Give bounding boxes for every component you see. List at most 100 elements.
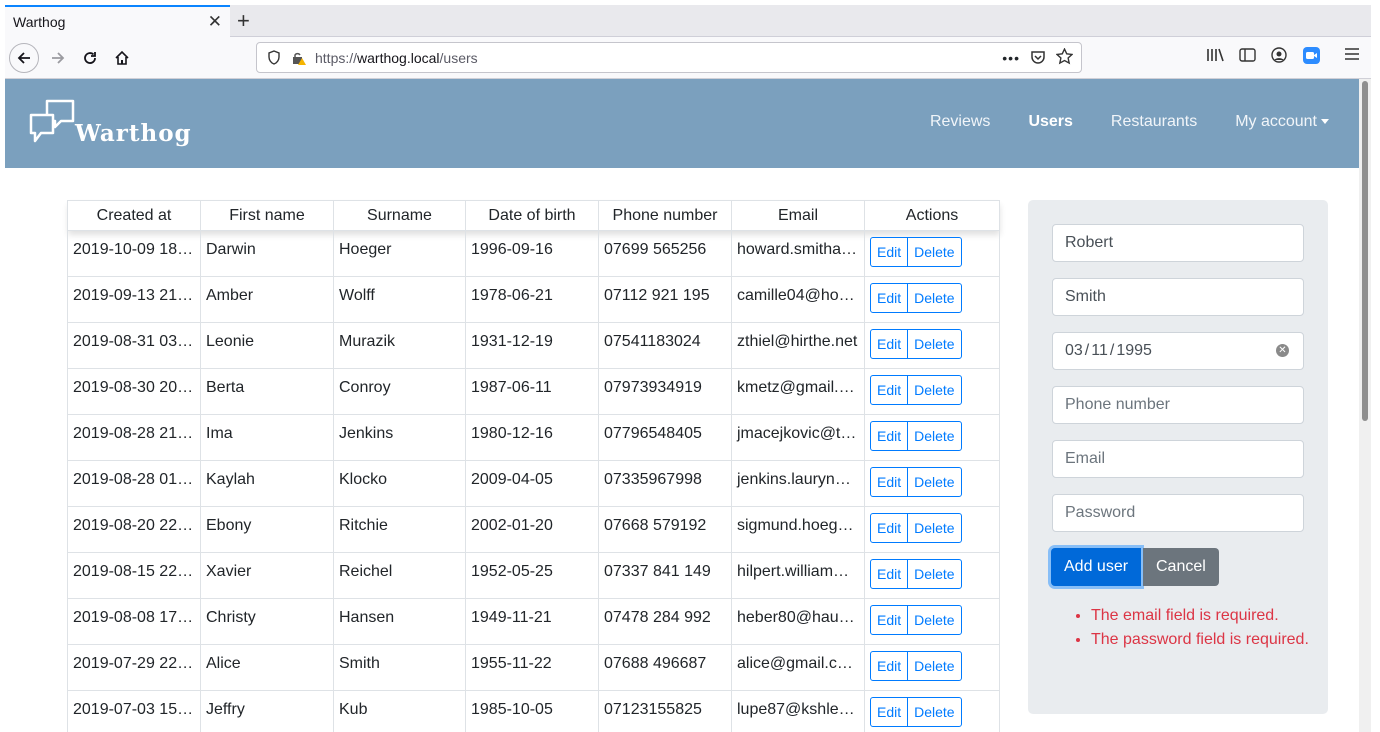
delete-button[interactable]: Delete <box>907 651 962 681</box>
home-icon[interactable] <box>107 43 137 73</box>
column-header[interactable]: Date of birth <box>465 200 599 231</box>
clear-date-icon[interactable]: ✕ <box>1276 344 1289 357</box>
surname-cell: Kub <box>333 690 466 732</box>
edit-button[interactable]: Edit <box>870 237 909 267</box>
first-name-input[interactable]: Robert <box>1052 224 1304 262</box>
surname-cell: Smith <box>333 644 466 691</box>
column-header[interactable]: First name <box>200 200 334 231</box>
account-icon[interactable] <box>1271 47 1287 63</box>
edit-button[interactable]: Edit <box>870 421 909 451</box>
table-row: 2019-08-28 01… Kaylah Klocko 2009-04-05 0733… <box>67 460 1000 507</box>
new-tab-icon[interactable]: + <box>237 8 250 34</box>
edit-button[interactable]: Edit <box>870 559 909 589</box>
table-row: 2019-08-20 22… Ebony Ritchie 2002-01-20 0766… <box>67 506 1000 553</box>
delete-button[interactable]: Delete <box>907 513 962 543</box>
surname-input[interactable]: Smith <box>1052 278 1304 316</box>
forward-icon[interactable] <box>43 43 73 73</box>
reload-icon[interactable] <box>75 43 105 73</box>
dob-year[interactable]: 1995 <box>1116 342 1152 360</box>
delete-button[interactable]: Delete <box>907 283 962 313</box>
nav-link-my-account[interactable]: My account <box>1235 113 1329 131</box>
scrollbar-thumb[interactable] <box>1362 81 1368 421</box>
delete-button[interactable]: Delete <box>907 329 962 359</box>
nav-link-users[interactable]: Users <box>1028 113 1072 131</box>
my-account-label: My account <box>1235 113 1317 130</box>
address-bar[interactable]: https://warthog.local/users ••• <box>256 42 1082 73</box>
menu-icon[interactable] <box>1344 47 1360 61</box>
dob-day[interactable]: 11 <box>1091 342 1108 360</box>
row-actions: Edit Delete <box>870 237 962 267</box>
delete-button[interactable]: Delete <box>907 375 962 405</box>
edit-button[interactable]: Edit <box>870 697 909 727</box>
edit-button[interactable]: Edit <box>870 375 909 405</box>
phone-number-cell: 07478 284 992 <box>598 598 732 645</box>
column-header[interactable]: Created at <box>67 200 201 231</box>
created-at-cell: 2019-07-29 22… <box>67 644 201 691</box>
edit-button[interactable]: Edit <box>870 605 909 635</box>
sidebar-icon[interactable] <box>1239 47 1256 63</box>
surname-cell: Hoeger <box>333 230 466 277</box>
table-row: 2019-08-08 17… Christy Hansen 1949-11-21 074… <box>67 598 1000 645</box>
zoom-extension-icon[interactable] <box>1303 47 1320 64</box>
surname-cell: Murazik <box>333 322 466 369</box>
nav-link-reviews[interactable]: Reviews <box>930 113 990 131</box>
phone-number-input[interactable]: Phone number <box>1052 386 1304 424</box>
dob-month[interactable]: 03 <box>1065 342 1083 360</box>
nav-link-restaurants[interactable]: Restaurants <box>1111 113 1197 131</box>
delete-button[interactable]: Delete <box>907 237 962 267</box>
edit-button[interactable]: Edit <box>870 467 909 497</box>
password-input[interactable]: Password <box>1052 494 1304 532</box>
date-of-birth-cell: 2002-01-20 <box>465 506 599 553</box>
back-icon[interactable] <box>9 43 39 73</box>
surname-cell: Jenkins <box>333 414 466 461</box>
phone-number-cell: 07688 496687 <box>598 644 732 691</box>
actions-cell: Edit Delete <box>864 552 1000 599</box>
edit-button[interactable]: Edit <box>870 651 909 681</box>
close-tab-icon[interactable]: ✕ <box>208 12 222 32</box>
surname-cell: Hansen <box>333 598 466 645</box>
first-name-cell: Christy <box>200 598 334 645</box>
caret-down-icon <box>1321 119 1329 125</box>
url-text: https://warthog.local/users <box>315 49 478 66</box>
phone-number-cell: 07123155825 <box>598 690 732 732</box>
table-row: 2019-08-15 22… Xavier Reichel 1952-05-25 073… <box>67 552 1000 599</box>
table-row: 2019-08-28 21… Ima Jenkins 1980-12-16 077965… <box>67 414 1000 461</box>
edit-button[interactable]: Edit <box>870 329 909 359</box>
delete-button[interactable]: Delete <box>907 559 962 589</box>
users-table: Created at First name Surname Date of bi… <box>67 200 1000 732</box>
lock-warning-icon[interactable] <box>291 50 307 69</box>
cancel-button[interactable]: Cancel <box>1143 548 1219 586</box>
date-of-birth-input[interactable]: 03 / 11 / 1995 ✕ <box>1052 332 1304 370</box>
page-scrollbar[interactable] <box>1359 79 1371 732</box>
delete-button[interactable]: Delete <box>907 697 962 727</box>
delete-button[interactable]: Delete <box>907 605 962 635</box>
email-input[interactable]: Email <box>1052 440 1304 478</box>
email-cell: zthiel@hirthe.net <box>731 322 865 369</box>
tab-title: Warthog <box>13 14 66 30</box>
row-actions: Edit Delete <box>870 559 962 589</box>
more-actions-icon[interactable]: ••• <box>1002 50 1020 66</box>
row-actions: Edit Delete <box>870 651 962 681</box>
email-cell: howard.smitha… <box>731 230 865 277</box>
library-icon[interactable] <box>1206 47 1224 63</box>
edit-button[interactable]: Edit <box>870 513 909 543</box>
column-header[interactable]: Phone number <box>598 200 732 231</box>
column-header: Actions <box>864 200 1000 231</box>
bookmark-star-icon[interactable] <box>1055 47 1074 68</box>
delete-button[interactable]: Delete <box>907 467 962 497</box>
add-user-button[interactable]: Add user <box>1051 548 1142 586</box>
browser-tab[interactable]: Warthog ✕ <box>5 5 230 37</box>
table-row: 2019-10-09 18… Darwin Hoeger 1996-09-16 0769… <box>67 230 1000 277</box>
edit-button[interactable]: Edit <box>870 283 909 313</box>
brand-logo[interactable]: Warthog <box>27 99 192 149</box>
shield-icon[interactable] <box>267 50 281 68</box>
column-header[interactable]: Surname <box>333 200 466 231</box>
column-header[interactable]: Email <box>731 200 865 231</box>
date-of-birth-cell: 1978-06-21 <box>465 276 599 323</box>
delete-button[interactable]: Delete <box>907 421 962 451</box>
pocket-icon[interactable] <box>1030 49 1046 68</box>
created-at-cell: 2019-08-28 21… <box>67 414 201 461</box>
first-name-cell: Darwin <box>200 230 334 277</box>
email-cell: kmetz@gmail.… <box>731 368 865 415</box>
created-at-cell: 2019-08-28 01… <box>67 460 201 507</box>
